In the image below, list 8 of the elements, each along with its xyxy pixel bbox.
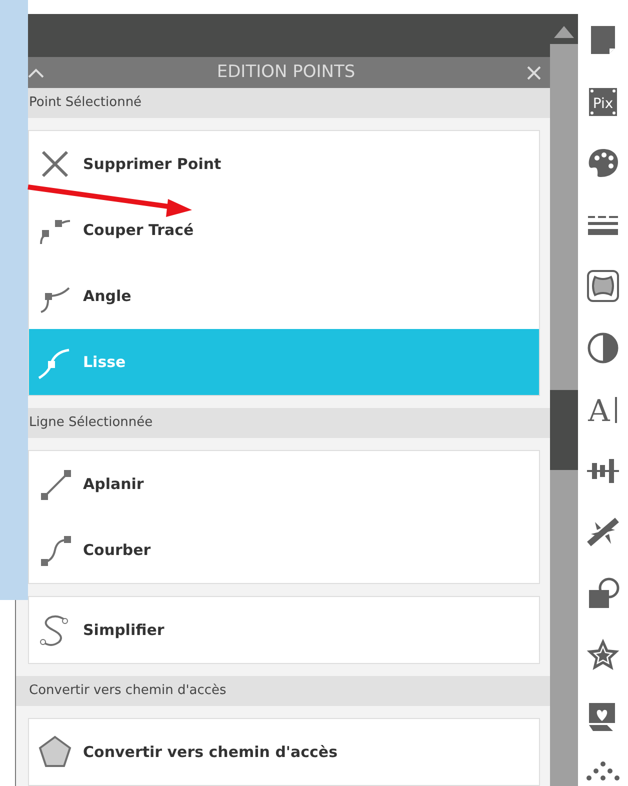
section-header: Ligne Sélectionnée [29,414,153,432]
scrollbar-thumb[interactable] [550,390,578,470]
panel-title: EDITION POINTS [216,60,356,84]
section-header: Convertir vers chemin d'accès [29,682,226,700]
section-header: Point Sélectionné [29,94,142,112]
offset-shape-icon[interactable] [585,268,621,304]
collapse-icon[interactable] [26,66,46,78]
close-icon[interactable] [526,64,542,80]
